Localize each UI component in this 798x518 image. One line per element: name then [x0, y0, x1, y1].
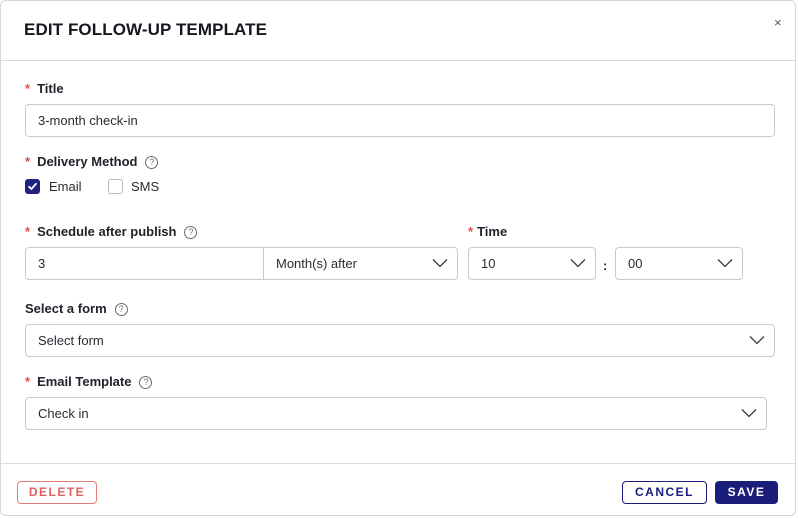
- required-mark: *: [25, 374, 31, 389]
- schedule-unit-select[interactable]: Month(s) after: [263, 247, 458, 280]
- email-option-label[interactable]: Email: [49, 179, 82, 194]
- select-form-label-text: Select a form: [25, 301, 107, 316]
- schedule-label: * Schedule after publish?: [25, 224, 198, 239]
- title-input[interactable]: 3-month check-in: [25, 104, 775, 137]
- select-form-label: Select a form?: [25, 301, 128, 316]
- form-select[interactable]: Select form: [25, 324, 775, 357]
- close-icon[interactable]: ×: [774, 16, 782, 29]
- delivery-method-label: * Delivery Method?: [25, 154, 159, 169]
- chevron-down-icon: [432, 259, 448, 268]
- minute-select[interactable]: 00: [615, 247, 743, 280]
- schedule-label-text: Schedule after publish: [37, 224, 177, 239]
- sms-option-label[interactable]: SMS: [131, 179, 159, 194]
- chevron-down-icon: [749, 336, 765, 345]
- hour-value: 10: [481, 256, 496, 271]
- email-template-select[interactable]: Check in: [25, 397, 767, 430]
- question-circle-icon[interactable]: ?: [139, 376, 153, 389]
- form-select-placeholder: Select form: [38, 333, 104, 348]
- email-template-value: Check in: [38, 406, 89, 421]
- delivery-method-label-text: Delivery Method: [37, 154, 138, 169]
- cancel-button[interactable]: CANCEL: [622, 481, 707, 504]
- email-template-label-text: Email Template: [37, 374, 132, 389]
- question-circle-icon[interactable]: ?: [184, 226, 198, 239]
- time-separator: :: [603, 258, 608, 273]
- minute-value: 00: [628, 256, 643, 271]
- dialog-title: EDIT FOLLOW-UP TEMPLATE: [24, 20, 268, 39]
- required-mark: *: [25, 154, 31, 169]
- question-circle-icon[interactable]: ?: [114, 303, 128, 316]
- email-checkbox[interactable]: [25, 179, 40, 194]
- hour-select[interactable]: 10: [468, 247, 596, 280]
- checkmark-icon: [28, 182, 37, 190]
- schedule-unit-value: Month(s) after: [276, 256, 357, 271]
- save-button[interactable]: SAVE: [715, 481, 778, 504]
- chevron-down-icon: [741, 409, 757, 418]
- delete-button[interactable]: DELETE: [17, 481, 97, 504]
- edit-follow-up-dialog: EDIT FOLLOW-UP TEMPLATE × * Title 3-month…: [0, 0, 796, 516]
- time-label-text: Time: [477, 224, 508, 239]
- time-label: * Time: [468, 224, 507, 239]
- chevron-down-icon: [570, 259, 586, 268]
- required-mark: *: [25, 224, 31, 239]
- schedule-amount-input[interactable]: 3: [25, 247, 264, 280]
- question-circle-icon[interactable]: ?: [145, 156, 159, 169]
- sms-checkbox[interactable]: [108, 179, 123, 194]
- dialog-footer: DELETE CANCEL SAVE: [1, 463, 795, 517]
- required-mark: *: [25, 81, 31, 96]
- email-template-label: * Email Template?: [25, 374, 153, 389]
- chevron-down-icon: [717, 259, 733, 268]
- title-label: * Title: [25, 81, 64, 96]
- dialog-header: EDIT FOLLOW-UP TEMPLATE ×: [1, 1, 795, 61]
- required-mark: *: [468, 224, 474, 239]
- title-label-text: Title: [37, 81, 64, 96]
